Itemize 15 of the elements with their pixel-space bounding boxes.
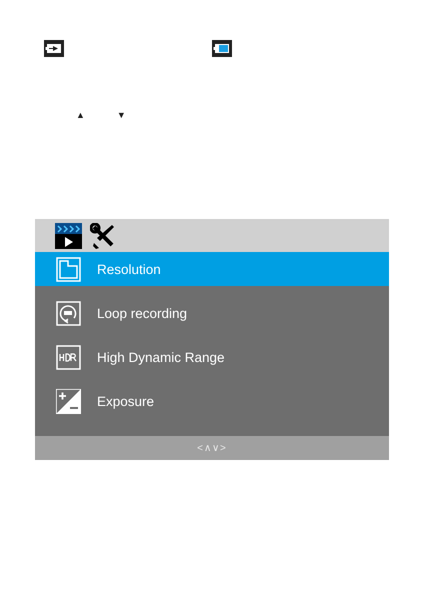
video-mode-icon[interactable] bbox=[55, 222, 82, 248]
battery-charging-icon bbox=[44, 40, 64, 57]
menu-item[interactable]: High Dynamic Range bbox=[35, 340, 389, 374]
arrow-symbol: ▼ bbox=[116, 110, 126, 120]
menu-item[interactable]: Loop recording bbox=[35, 296, 389, 330]
resolution-icon bbox=[56, 256, 81, 282]
menu-item[interactable]: Resolution bbox=[35, 252, 389, 286]
battery-icon bbox=[212, 40, 232, 57]
navigation-hint-bar: <∧∨> bbox=[35, 436, 389, 460]
exposure-icon bbox=[56, 388, 81, 414]
tools-icon[interactable] bbox=[90, 222, 116, 248]
loop-recording-icon bbox=[56, 300, 81, 326]
hdr-icon bbox=[56, 344, 81, 370]
menu-item[interactable]: Exposure bbox=[35, 384, 389, 418]
arrow-symbol: ▲ bbox=[76, 110, 85, 120]
